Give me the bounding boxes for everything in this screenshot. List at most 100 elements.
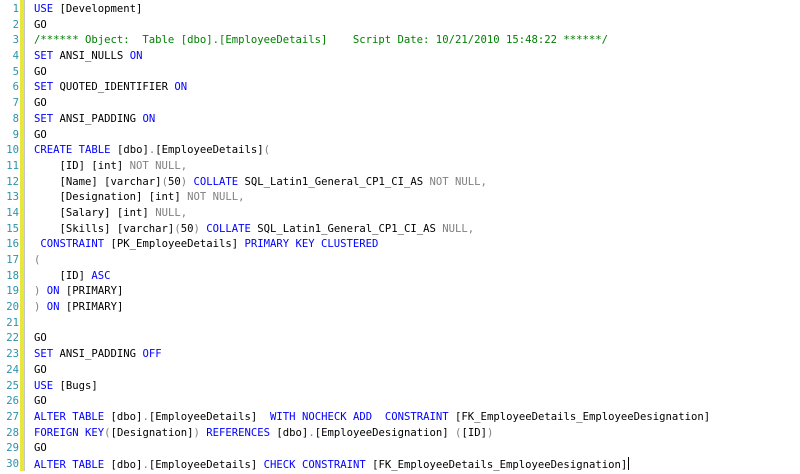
sql-token: [EmployeeDesignation] [314,426,456,439]
sql-token: [EmployeeDetails] [148,458,264,471]
code-text: [Skills] [varchar](50) COLLATE SQL_Latin… [34,222,475,238]
sql-keyword: CONSTRAINT [301,458,366,471]
code-line[interactable]: 14 [Salary] [int] NULL, [0,206,800,222]
line-number: 19 [6,285,19,298]
code-line[interactable]: 23 SET ANSI_PADDING OFF [0,347,800,363]
sql-comment: /****** Object: Table [dbo].[EmployeeDet… [34,34,609,47]
code-line[interactable]: 22 GO [0,331,800,347]
code-line[interactable]: 17 ( [0,253,800,269]
sql-query-editor[interactable]: 1 USE [Development] 2 GO 3 /****** Object: Ta… [0,0,800,471]
line-number: 2 [12,18,19,31]
code-line[interactable]: 29 GO [0,441,800,457]
code-line[interactable]: 2 GO [0,18,800,34]
line-number: 10 [6,144,19,157]
line-number: 30 [6,457,19,470]
code-line[interactable]: 7 GO [0,96,800,112]
code-line[interactable]: 21 [0,316,800,332]
sql-token: [ID] [int] [34,159,130,172]
sql-token: ANSI_PADDING [53,112,143,125]
code-text: GO [34,331,47,347]
code-text: GO [34,65,47,81]
code-line[interactable]: 27 ALTER TABLE [dbo].[EmployeeDetails] WI… [0,410,800,426]
line-number: 26 [6,395,19,408]
line-number: 24 [6,363,19,376]
sql-keyword: SET [34,81,54,94]
code-line[interactable]: 18 [ID] ASC [0,269,800,285]
code-text: GO [34,96,47,112]
code-text: ALTER TABLE [dbo].[EmployeeDetails] WITH… [34,410,710,426]
sql-keyword: ON [46,285,60,298]
sql-token: GO [34,97,47,110]
code-line[interactable]: 4 SET ANSI_NULLS ON [0,49,800,65]
code-line[interactable]: 30 ALTER TABLE [dbo].[EmployeeDetails] CH… [0,456,800,473]
code-line[interactable]: 11 [ID] [int] NOT NULL, [0,159,800,175]
sql-token: NOT NULL [187,191,239,204]
sql-keyword: COLLATE [206,222,251,235]
code-text: USE [Bugs] [34,379,98,395]
sql-keyword: ON [129,50,143,63]
line-number: 18 [6,269,19,282]
code-text: GO [34,363,47,379]
code-line[interactable]: 5 GO [0,65,800,81]
sql-token: ANSI_NULLS [53,50,130,63]
sql-token: [Development] [53,3,143,15]
sql-token: [dbo] [270,426,309,439]
line-number: 22 [6,332,19,345]
sql-token: GO [34,65,47,78]
line-number: 5 [12,65,19,78]
code-line[interactable]: 12 [Name] [varchar](50) COLLATE SQL_Lati… [0,175,800,191]
line-number: 23 [6,348,19,361]
sql-keyword: SET [34,348,54,361]
line-number: 12 [6,175,19,188]
sql-token: NULL [155,206,181,219]
line-number: 7 [12,97,19,110]
sql-token: , [467,222,475,235]
code-text: SET ANSI_PADDING OFF [34,347,162,363]
code-line[interactable]: 9 GO [0,128,800,144]
code-line[interactable]: 20) ON [PRIMARY] [0,300,800,316]
code-line[interactable]: 8 SET ANSI_PADDING ON [0,112,800,128]
sql-keyword: SET [34,112,54,125]
sql-keyword: CONSTRAINT [384,410,449,423]
sql-keyword: TABLE [72,410,105,423]
code-line[interactable]: 28 FOREIGN KEY([Designation]) REFERENCES … [0,426,800,442]
sql-token: [FK_EmployeeDetails_EmployeeDesignation] [448,410,711,423]
line-number: 9 [12,128,19,141]
line-number: 4 [12,50,19,63]
sql-keyword: USE [34,379,54,392]
sql-keyword: ALTER [34,410,66,423]
sql-token: NOT NULL [429,175,481,188]
sql-keyword: ON [142,112,156,125]
code-text: ) ON [PRIMARY] [34,284,123,300]
sql-token: [Designation] [int] [34,191,188,204]
code-line[interactable]: 13 [Designation] [int] NOT NULL, [0,190,800,206]
code-line[interactable]: 19 ) ON [PRIMARY] [0,284,800,300]
sql-token: SQL_Latin1_General_CP1_CI_AS [238,175,430,188]
code-line[interactable]: 1 USE [Development] [0,2,800,18]
line-number: 28 [6,426,19,439]
code-line[interactable]: 3 /****** Object: Table [dbo].[EmployeeDe… [0,33,800,49]
sql-keyword: COLLATE [193,175,239,188]
code-line[interactable]: 25 USE [Bugs] [0,379,800,395]
sql-token: , [238,191,245,204]
sql-token: GO [34,363,47,376]
code-line[interactable]: 10 CREATE TABLE [dbo].[EmployeeDetails]( [0,143,800,159]
code-line[interactable]: 24 GO [0,363,800,379]
sql-token: [Name] [varchar] [34,175,162,188]
sql-keyword: ON [46,301,60,314]
sql-token: , [480,175,487,188]
sql-token: [EmployeeDetails] [148,410,271,423]
sql-keyword: SET [34,50,54,63]
code-line[interactable]: 16 CONSTRAINT [PK_EmployeeDetails] PRIMA… [0,237,800,253]
code-line[interactable]: 6 SET QUOTED_IDENTIFIER ON [0,80,800,96]
code-line[interactable]: 26 GO [0,394,800,410]
sql-token: [Bugs] [53,379,98,392]
sql-token: [FK_EmployeeDetails_EmployeeDesignation] [365,458,628,471]
code-line[interactable]: 15 [Skills] [varchar](50) COLLATE SQL_La… [0,222,800,238]
line-number: 15 [6,222,19,235]
code-text: /****** Object: Table [dbo].[EmployeeDet… [34,33,608,49]
code-text: USE [Development] [34,2,142,18]
code-text: SET ANSI_NULLS ON [34,49,142,65]
sql-keyword: PRIMARY KEY CLUSTERED [244,238,379,251]
